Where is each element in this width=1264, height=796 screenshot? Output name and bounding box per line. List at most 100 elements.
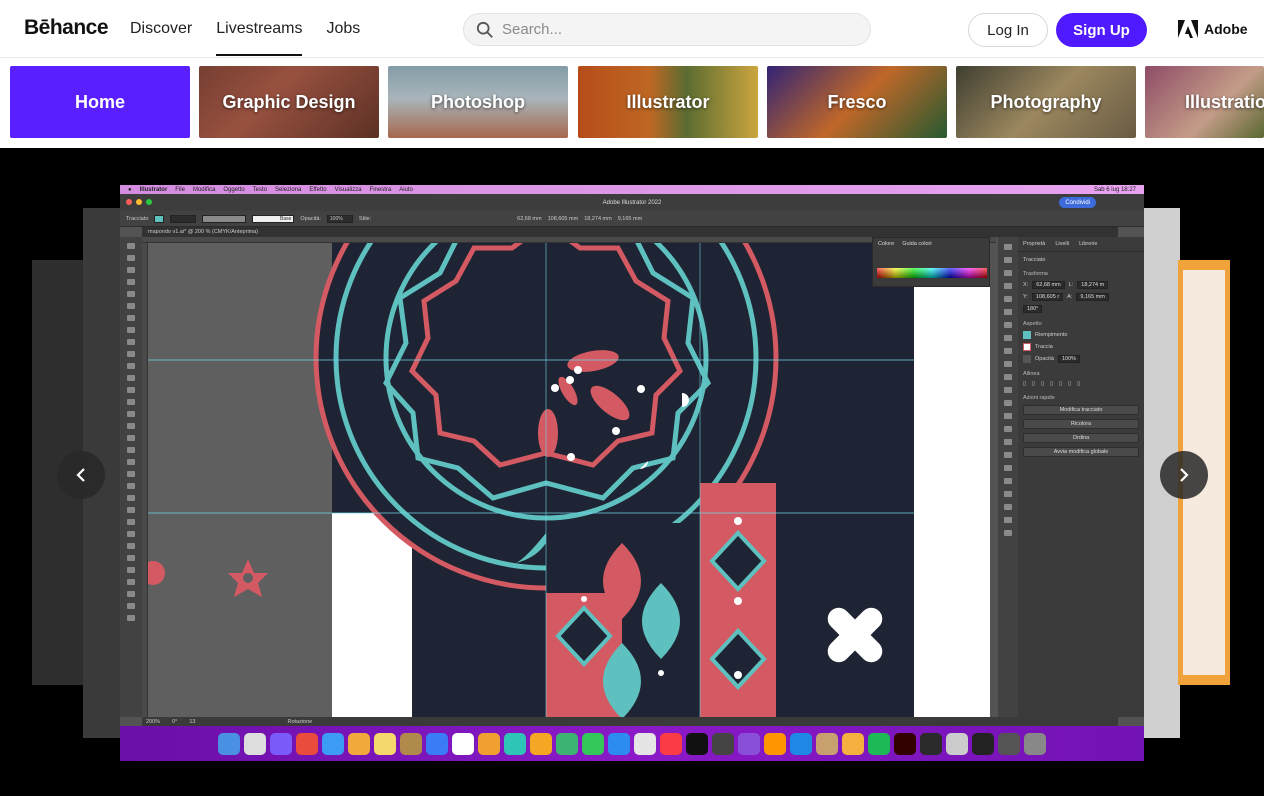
dock-app-icon: [530, 732, 552, 755]
dock-app-icon: [764, 732, 786, 755]
dock-app-icon: [816, 732, 838, 755]
category-illustrator[interactable]: Illustrator: [578, 66, 758, 138]
dock-app-icon: [868, 732, 890, 755]
category-label: Home: [74, 91, 125, 112]
menu-item: File: [175, 186, 185, 193]
dock-app-icon: [946, 732, 968, 755]
properties-panel: Proprietà Livelli Librerie Tracciato Tra…: [1018, 237, 1144, 717]
adobe-logo-icon: [1178, 20, 1198, 38]
category-graphic-design[interactable]: Graphic Design: [199, 66, 379, 138]
behance-logo[interactable]: Bēhance: [24, 16, 109, 40]
category-label: Photography: [990, 91, 1102, 112]
variable-width-box: [202, 214, 247, 223]
dock-app-icon: [894, 732, 916, 755]
dock-app-icon: [504, 732, 526, 755]
fill-label: Riempimento: [1035, 332, 1068, 338]
opacity-label: Opacità: [1035, 356, 1054, 362]
dock-app-icon: [738, 732, 760, 755]
dock-app-icon: [920, 732, 942, 755]
dock-app-icon: [686, 732, 708, 755]
action-button: Modifica tracciato: [1023, 405, 1139, 415]
fill-swatch: [154, 214, 165, 223]
artboard-number: 13: [189, 718, 196, 725]
quick-actions-title: Azioni rapide: [1023, 395, 1055, 401]
action-button: Ordina: [1023, 433, 1139, 443]
search-bar[interactable]: [463, 13, 871, 46]
category-photoshop[interactable]: Photoshop: [388, 66, 568, 138]
stream-video-frame[interactable]: ● Illustrator File Modifica Oggetto Test…: [120, 185, 1144, 761]
panel-tab: Proprietà: [1023, 241, 1046, 247]
document-tab: mapondo v1.ai* @ 200 % (CMYK/Anteprima): [142, 227, 1118, 237]
stroke-box: [170, 214, 197, 223]
category-strip: Home Graphic Design Photoshop Illustrato…: [0, 58, 1264, 148]
menu-item: Visualizza: [334, 186, 362, 193]
mac-menubar: ● Illustrator File Modifica Oggetto Test…: [120, 185, 1144, 194]
h-field: 9,165 mm: [617, 215, 643, 222]
chevron-left-icon: [76, 468, 85, 482]
mac-dock: [120, 726, 1144, 761]
artboard-canvas: [148, 243, 990, 717]
fill-swatch: [1023, 331, 1031, 339]
control-bar: Tracciato Base Opacità: 100% Stile: 62,6…: [120, 211, 1144, 227]
dock-app-icon: [842, 732, 864, 755]
panel-tab: Colore: [878, 241, 895, 247]
appearance-title: Aspetto: [1023, 321, 1042, 327]
share-button: Condividi: [1059, 197, 1096, 208]
dock-app-icon: [582, 732, 604, 755]
category-label: Photoshop: [431, 91, 525, 112]
window-controls: [126, 199, 152, 205]
dock-app-icon: [660, 732, 682, 755]
carousel-prev-button[interactable]: [57, 451, 105, 499]
app-titlebar: Adobe Illustrator 2022 Condividi: [120, 194, 1144, 211]
menu-item: Illustrator: [139, 186, 168, 193]
dock-app-icon: [374, 732, 396, 755]
main-nav: Discover Livestreams Jobs: [130, 0, 360, 58]
category-label: Fresco: [827, 91, 887, 112]
search-input[interactable]: [502, 21, 852, 38]
menu-item: Oggetto: [223, 186, 245, 193]
panel-tab: Librerie: [1079, 241, 1098, 247]
apple-icon: ●: [128, 186, 132, 193]
status-bar: 200% 0° 13 Rotazione: [142, 717, 1118, 726]
adobe-label: Adobe: [1204, 21, 1248, 37]
carousel-next-button[interactable]: [1160, 451, 1208, 499]
site-header: Bēhance Discover Livestreams Jobs Log In…: [0, 0, 1264, 58]
dock-app-icon: [712, 732, 734, 755]
transform-title: Trasforma: [1023, 271, 1048, 277]
app-title: Adobe Illustrator 2022: [602, 199, 662, 206]
dock-app-icon: [218, 732, 240, 755]
stroke-swatch: [1023, 343, 1031, 351]
selection-type: Tracciato: [1023, 257, 1046, 263]
x-field: 62,68 mm: [1032, 281, 1065, 289]
dock-app-icon: [634, 732, 656, 755]
category-photography[interactable]: Photography: [956, 66, 1136, 138]
opacity-label: Opacità:: [300, 215, 321, 222]
category-illustration[interactable]: Illustration: [1145, 66, 1264, 138]
nav-jobs[interactable]: Jobs: [326, 0, 360, 58]
close-icon: [126, 199, 132, 205]
current-tool: Rotazione: [287, 718, 313, 725]
rotation-angle: 0°: [172, 718, 178, 725]
opacity-field: 100%: [1057, 355, 1081, 363]
menubar-clock: Sab 6 lug 18:27: [1093, 186, 1136, 193]
dock-app-icon: [426, 732, 448, 755]
menu-item: Seleziona: [275, 186, 302, 193]
h-field: 9,165 mm: [1076, 293, 1109, 301]
adobe-link[interactable]: Adobe: [1178, 20, 1248, 38]
dock-app-icon: [1024, 732, 1046, 755]
maximize-icon: [146, 199, 152, 205]
category-fresco[interactable]: Fresco: [767, 66, 947, 138]
stroke-profile: Base: [252, 214, 295, 223]
panel-tab: Guida colori: [902, 241, 932, 247]
nav-discover[interactable]: Discover: [130, 0, 192, 58]
panel-icon-strip: [998, 237, 1018, 717]
dock-app-icon: [478, 732, 500, 755]
style-label: Stile:: [358, 215, 372, 222]
dock-app-icon: [348, 732, 370, 755]
category-home[interactable]: Home: [10, 66, 190, 138]
menu-item: Finestra: [369, 186, 392, 193]
login-button[interactable]: Log In: [968, 13, 1048, 47]
signup-button[interactable]: Sign Up: [1056, 13, 1147, 47]
nav-livestreams[interactable]: Livestreams: [216, 0, 303, 58]
dock-app-icon: [322, 732, 344, 755]
